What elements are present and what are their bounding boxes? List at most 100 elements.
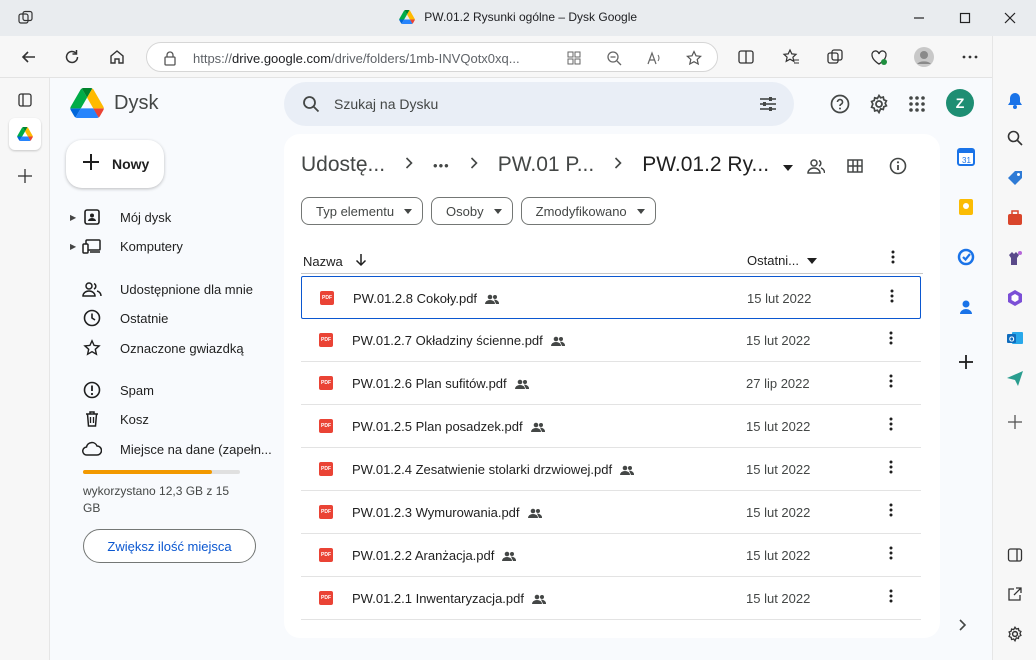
tasks-icon[interactable] — [957, 248, 975, 271]
filter-people-chip[interactable]: Osoby — [431, 197, 513, 225]
search-icon[interactable] — [302, 95, 320, 118]
tools-briefcase-icon[interactable] — [1003, 206, 1027, 230]
favorites-icon[interactable] — [778, 44, 804, 70]
row-more-actions-icon[interactable] — [889, 374, 893, 391]
table-row[interactable]: PDF PW.01.2.1 Inwentaryzacja.pdf 15 lut … — [301, 577, 921, 620]
drive-icon — [80, 207, 104, 227]
close-icon[interactable] — [997, 6, 1023, 30]
column-name-label: Nazwa — [303, 254, 343, 269]
sidebar-item-spam[interactable]: Spam — [70, 379, 154, 401]
notifications-bell-icon[interactable] — [1003, 88, 1027, 112]
keep-icon[interactable] — [957, 198, 975, 221]
sidebar-item-storage[interactable]: Miejsce na dane (zapełn... — [70, 438, 272, 460]
zoom-out-icon[interactable] — [605, 49, 623, 67]
search-icon[interactable] — [1003, 126, 1027, 150]
home-icon[interactable] — [104, 44, 130, 70]
row-more-actions-icon[interactable] — [889, 460, 893, 477]
favorite-star-icon[interactable] — [685, 49, 703, 67]
share-folder-icon[interactable] — [806, 156, 826, 176]
folder-menu-dropdown-icon[interactable] — [783, 153, 794, 177]
sidebar-settings-gear-icon[interactable] — [1003, 622, 1027, 646]
maximize-icon[interactable] — [952, 6, 978, 30]
search-options-icon[interactable] — [758, 94, 778, 119]
outlook-icon[interactable]: O — [1003, 326, 1027, 350]
table-row[interactable]: PDF PW.01.2.8 Cokoły.pdf 15 lut 2022 — [301, 276, 921, 319]
sort-arrow-down-icon[interactable] — [355, 253, 367, 270]
send-to-phone-icon[interactable] — [1003, 366, 1027, 390]
shopping-tag-icon[interactable] — [1003, 166, 1027, 190]
profile-icon[interactable] — [911, 44, 937, 70]
table-row[interactable]: PDF PW.01.2.4 Zesatwienie stolarki drzwi… — [301, 448, 921, 491]
table-row[interactable]: PDF PW.01.2.3 Wymurowania.pdf 15 lut 202… — [301, 491, 921, 534]
collections-icon[interactable] — [822, 44, 848, 70]
table-row[interactable]: PDF PW.01.2.7 Okładziny ścienne.pdf 15 l… — [301, 319, 921, 362]
row-more-actions-icon[interactable] — [889, 589, 893, 606]
expand-caret-icon[interactable]: ▶ — [70, 213, 80, 222]
url-text[interactable]: https://drive.google.com/drive/folders/1… — [193, 51, 520, 66]
table-row[interactable]: PDF PW.01.2.2 Aranżacja.pdf 15 lut 2022 — [301, 534, 921, 577]
split-screen-icon[interactable] — [733, 44, 759, 70]
clock-icon — [80, 308, 104, 328]
hide-sidebar-icon[interactable] — [1003, 543, 1027, 567]
new-tab-icon[interactable] — [9, 160, 41, 192]
open-external-icon[interactable] — [1003, 582, 1027, 606]
row-more-actions-icon[interactable] — [889, 331, 893, 348]
hide-side-panel-icon[interactable] — [958, 618, 968, 636]
read-aloud-icon[interactable] — [645, 49, 663, 67]
sidebar-item-trash[interactable]: Kosz — [70, 408, 149, 430]
address-bar[interactable]: https://drive.google.com/drive/folders/1… — [146, 42, 718, 72]
computer-icon — [80, 236, 104, 256]
column-options-icon[interactable] — [891, 250, 895, 267]
search-input[interactable]: Szukaj na Dysku — [284, 82, 794, 126]
sort-by-name-header[interactable]: Nazwa — [303, 253, 367, 270]
new-button[interactable]: Nowy — [66, 140, 164, 188]
drive-logo[interactable]: Dysk — [70, 88, 158, 118]
add-to-sidebar-icon[interactable] — [1003, 410, 1027, 434]
file-modified-date: 15 lut 2022 — [746, 333, 811, 348]
chevron-right-icon — [470, 156, 478, 174]
file-name: PW.01.2.3 Wymurowania.pdf — [352, 505, 520, 520]
lock-icon[interactable] — [163, 50, 177, 71]
get-addons-icon[interactable] — [957, 353, 975, 376]
row-more-actions-icon[interactable] — [889, 417, 893, 434]
sort-by-modified-header[interactable]: Ostatni... — [747, 253, 818, 268]
breadcrumb-item[interactable]: Udostę... — [301, 153, 385, 177]
shared-people-icon — [527, 508, 542, 518]
calendar-icon[interactable]: 31 — [957, 148, 975, 171]
breadcrumb-current[interactable]: PW.01.2 Ry... — [642, 153, 769, 177]
filter-type-chip[interactable]: Typ elementu — [301, 197, 424, 225]
avatar[interactable]: Z — [946, 89, 974, 117]
file-list-panel: Udostę... ••• PW.01 P... PW.01.2 Ry... T… — [284, 134, 940, 638]
google-apps-icon[interactable] — [905, 92, 929, 116]
row-more-actions-icon[interactable] — [889, 503, 893, 520]
breadcrumb-item[interactable]: PW.01 P... — [498, 153, 595, 177]
minimize-icon[interactable] — [906, 6, 932, 30]
apps-grid-icon[interactable] — [565, 49, 583, 67]
tab-actions-icon[interactable] — [9, 84, 41, 116]
settings-gear-icon[interactable] — [867, 92, 891, 116]
table-row[interactable]: PDF PW.01.2.5 Plan posadzek.pdf 15 lut 2… — [301, 405, 921, 448]
sidebar-item-computers[interactable]: ▶ Komputery — [70, 235, 183, 257]
filter-modified-chip[interactable]: Zmodyfikowano — [520, 197, 656, 225]
contacts-icon[interactable] — [957, 298, 975, 321]
table-row[interactable]: PDF PW.01.2.6 Plan sufitów.pdf 27 lip 20… — [301, 362, 921, 405]
expand-caret-icon[interactable]: ▶ — [70, 242, 80, 251]
sidebar-item-my-drive[interactable]: ▶ Mój dysk — [70, 206, 171, 228]
tab-drive[interactable] — [9, 118, 41, 150]
sidebar-item-shared-with-me[interactable]: Udostępnione dla mnie — [70, 278, 253, 300]
microsoft-365-icon[interactable] — [1003, 286, 1027, 310]
help-icon[interactable] — [828, 92, 852, 116]
row-more-actions-icon[interactable] — [890, 289, 894, 306]
sidebar-item-recent[interactable]: Ostatnie — [70, 307, 168, 329]
get-more-storage-button[interactable]: Zwiększ ilość miejsca — [83, 529, 256, 563]
refresh-icon[interactable] — [59, 44, 85, 70]
more-options-icon[interactable] — [957, 44, 983, 70]
grid-view-icon[interactable] — [845, 156, 865, 176]
back-icon[interactable] — [16, 44, 42, 70]
sidebar-item-starred[interactable]: Oznaczone gwiazdką — [70, 337, 244, 359]
browser-essentials-icon[interactable] — [866, 44, 892, 70]
info-icon[interactable] — [888, 156, 908, 176]
row-more-actions-icon[interactable] — [889, 546, 893, 563]
games-icon[interactable] — [1003, 246, 1027, 270]
breadcrumb-more-button[interactable]: ••• — [433, 158, 450, 173]
